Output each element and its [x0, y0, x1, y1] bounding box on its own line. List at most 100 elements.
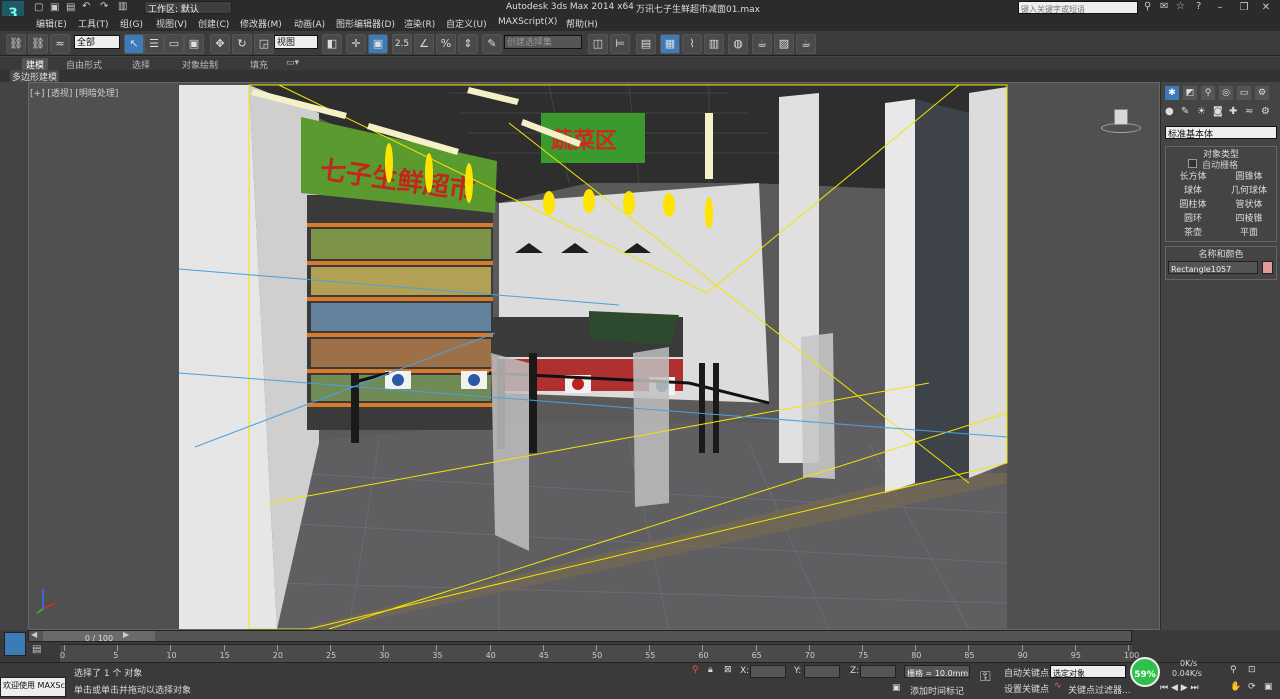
- mirror-icon[interactable]: ◫: [588, 34, 608, 54]
- pivot-center-icon[interactable]: ◧: [322, 34, 342, 54]
- select-object-icon[interactable]: ↖: [124, 34, 144, 54]
- edit-named-selection-icon[interactable]: ✎: [482, 34, 502, 54]
- favorites-icon[interactable]: ☆: [1176, 1, 1185, 12]
- render-production-icon[interactable]: ☕: [796, 34, 816, 54]
- percent-snap-icon[interactable]: %: [436, 34, 456, 54]
- graphite-toggle-icon[interactable]: ▦: [660, 34, 680, 54]
- object-name-field[interactable]: Rectangle1057: [1168, 261, 1258, 274]
- zoom-icon[interactable]: ⚲: [1230, 665, 1237, 675]
- spinner-snap-icon[interactable]: ⇕: [458, 34, 478, 54]
- search-input[interactable]: 键入关键字或短语: [1018, 1, 1138, 14]
- menu-rendering[interactable]: 渲染(R): [404, 17, 435, 30]
- add-time-tag-label[interactable]: 添加时间标记: [910, 684, 964, 697]
- key-filters-button[interactable]: 关键点过滤器...: [1068, 683, 1131, 696]
- menu-maxscript[interactable]: MAXScript(X): [498, 17, 557, 27]
- plane-button[interactable]: 平面: [1222, 227, 1276, 240]
- perspective-viewport[interactable]: 七子生鲜超市 蔬菜区: [28, 82, 1160, 630]
- menu-graph-editors[interactable]: 图形编辑器(D): [336, 17, 395, 30]
- shapes-icon[interactable]: ✎: [1181, 106, 1189, 117]
- cone-button[interactable]: 圆锥体: [1222, 171, 1276, 184]
- key-selection-select[interactable]: 选定对象: [1050, 665, 1126, 678]
- select-link-icon[interactable]: ⛓: [6, 34, 26, 54]
- helpers-icon[interactable]: ✚: [1229, 106, 1237, 117]
- primitive-type-select[interactable]: 标准基本体: [1165, 126, 1277, 140]
- create-tab-icon[interactable]: ✱: [1165, 86, 1179, 100]
- box-button[interactable]: 长方体: [1166, 171, 1220, 184]
- isolate-icon[interactable]: ⚲: [692, 665, 699, 675]
- snaps-toggle-icon[interactable]: 2.5: [392, 34, 412, 54]
- window-crossing-icon[interactable]: ▣: [184, 34, 204, 54]
- scale-icon[interactable]: ◲: [254, 34, 274, 54]
- rect-selection-icon[interactable]: ▭: [164, 34, 184, 54]
- workspace-dropdown[interactable]: 工作区: 默认: [144, 1, 232, 15]
- time-slider-prev-icon[interactable]: ◀: [31, 630, 37, 639]
- menu-tools[interactable]: 工具(T): [78, 17, 109, 30]
- undo-icon[interactable]: ↶: [82, 1, 90, 12]
- menu-group[interactable]: 组(G): [120, 17, 143, 30]
- trackbar-toggle-icon[interactable]: ▤: [32, 644, 41, 655]
- menu-customize[interactable]: 自定义(U): [446, 17, 487, 30]
- auto-key-button[interactable]: 自动关键点: [1004, 666, 1049, 679]
- absolute-mode-icon[interactable]: ⊠: [724, 665, 732, 675]
- lights-icon[interactable]: ☀: [1197, 106, 1206, 117]
- select-manipulate-icon[interactable]: ✛: [346, 34, 366, 54]
- pyramid-button[interactable]: 四棱锥: [1222, 213, 1276, 226]
- rotate-icon[interactable]: ↻: [232, 34, 252, 54]
- lock-selection-icon[interactable]: 🔒︎: [708, 665, 713, 675]
- bind-space-warp-icon[interactable]: ≈: [50, 34, 70, 54]
- key-filter-icon[interactable]: ∿: [1054, 681, 1062, 691]
- cameras-icon[interactable]: ◙: [1213, 106, 1223, 117]
- save-icon[interactable]: ▤: [66, 2, 75, 13]
- hierarchy-tab-icon[interactable]: ⚲: [1201, 86, 1215, 100]
- utilities-tab-icon[interactable]: ⚙: [1255, 86, 1269, 100]
- mini-listener-icon[interactable]: [4, 632, 26, 656]
- viewport-label[interactable]: [+] [透视] [明暗处理]: [30, 86, 118, 99]
- menu-edit[interactable]: 编辑(E): [36, 17, 67, 30]
- autogrid-checkbox[interactable]: [1188, 159, 1197, 168]
- systems-icon[interactable]: ⚙: [1261, 106, 1270, 117]
- modify-tab-icon[interactable]: ◩: [1183, 86, 1197, 100]
- time-slider[interactable]: ◀ 0 / 100 ▶: [28, 630, 1132, 643]
- unlink-icon[interactable]: ⛓: [28, 34, 48, 54]
- z-coordinate-field[interactable]: [860, 665, 896, 678]
- x-coordinate-field[interactable]: [750, 665, 786, 678]
- close-icon[interactable]: ✕: [1258, 1, 1274, 14]
- redo-icon[interactable]: ↷: [100, 1, 108, 12]
- geometry-icon[interactable]: ●: [1165, 106, 1174, 117]
- menu-create[interactable]: 创建(C): [198, 17, 229, 30]
- angle-snap-icon[interactable]: ∠: [414, 34, 434, 54]
- hold-icon[interactable]: ▥: [118, 1, 127, 12]
- viewcube[interactable]: [1101, 105, 1141, 139]
- name-color-header[interactable]: 名称和颜色: [1166, 247, 1276, 260]
- torus-button[interactable]: 圆环: [1166, 213, 1220, 226]
- maximize-viewport-icon[interactable]: ▣: [1264, 682, 1273, 692]
- motion-tab-icon[interactable]: ◎: [1219, 86, 1233, 100]
- maximize-icon[interactable]: ❐: [1236, 1, 1252, 14]
- spacewarps-icon[interactable]: ≈: [1245, 106, 1253, 117]
- align-icon[interactable]: ⊨: [610, 34, 630, 54]
- subscription-icon[interactable]: ✉: [1160, 1, 1168, 12]
- time-slider-next-icon[interactable]: ▶: [123, 630, 129, 639]
- move-icon[interactable]: ✥: [210, 34, 230, 54]
- minimize-icon[interactable]: –: [1212, 1, 1228, 14]
- geosphere-button[interactable]: 几何球体: [1222, 185, 1276, 198]
- render-setup-icon[interactable]: ☕: [752, 34, 772, 54]
- play-controls-icon[interactable]: ⏮ ◀ ▶ ⏭: [1160, 683, 1199, 693]
- tube-button[interactable]: 管状体: [1222, 199, 1276, 212]
- cylinder-button[interactable]: 圆柱体: [1166, 199, 1220, 212]
- display-tab-icon[interactable]: ▭: [1237, 86, 1251, 100]
- add-time-tag-icon[interactable]: ▣: [892, 683, 901, 693]
- set-key-button[interactable]: 设置关键点: [1004, 682, 1049, 695]
- material-editor-icon[interactable]: ◍: [728, 34, 748, 54]
- track-bar[interactable]: 0 5 10 15 20 25 30 35 40 45 50 55 60 65 70 75 80 85 90 95 10…: [60, 644, 1139, 662]
- open-file-icon[interactable]: ▣: [50, 2, 59, 13]
- teapot-button[interactable]: 茶壶: [1166, 227, 1220, 240]
- selection-filter-select[interactable]: 全部: [74, 35, 120, 49]
- orbit-icon[interactable]: ⟳: [1248, 682, 1256, 692]
- keyboard-shortcut-icon[interactable]: ▣: [368, 34, 388, 54]
- reference-coord-select[interactable]: 视图: [274, 35, 318, 49]
- menu-views[interactable]: 视图(V): [156, 17, 187, 30]
- y-coordinate-field[interactable]: [804, 665, 840, 678]
- schematic-view-icon[interactable]: ▥: [704, 34, 724, 54]
- help-icon[interactable]: ?: [1196, 1, 1201, 12]
